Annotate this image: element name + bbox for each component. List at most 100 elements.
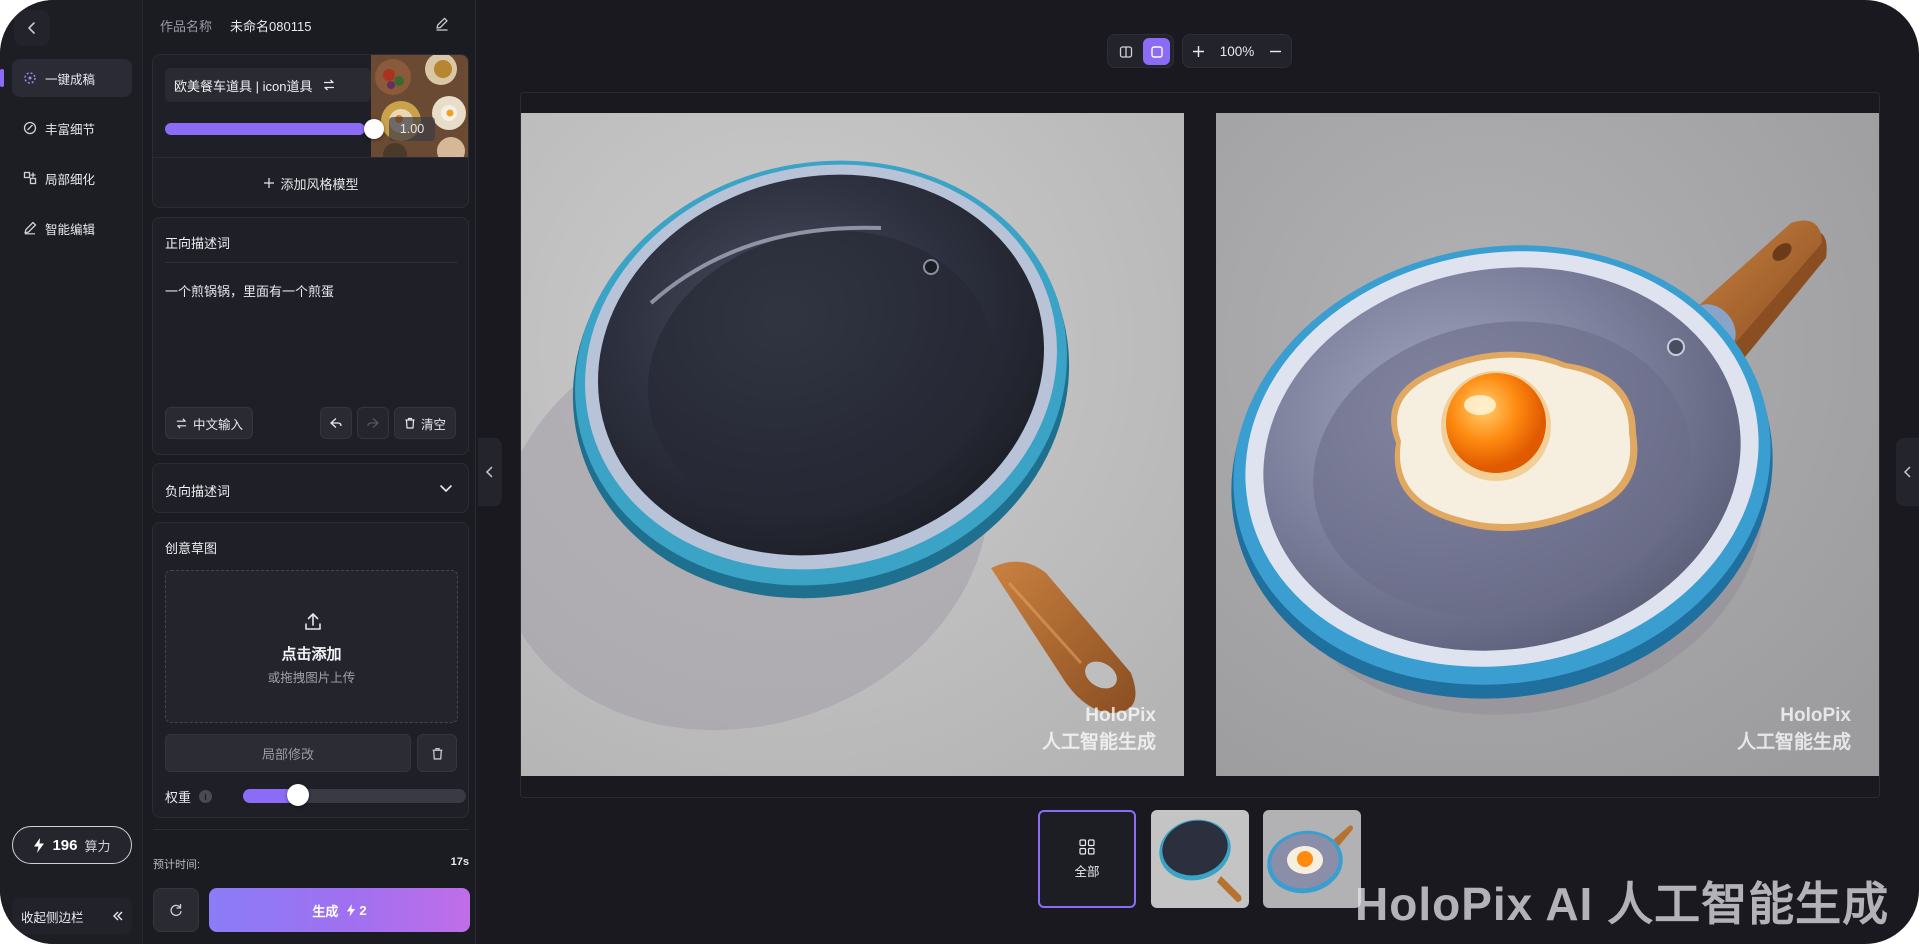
divider (153, 829, 469, 830)
style-model-name: 欧美餐车道具 | icon道具 (174, 78, 313, 94)
clear-label: 清空 (420, 417, 446, 432)
local-refine-icon (22, 170, 38, 186)
generated-image-1[interactable]: HoloPix 人工智能生成 (521, 113, 1184, 776)
view-mode-group (1107, 34, 1174, 68)
detail-icon (22, 120, 38, 136)
redo-button[interactable] (357, 407, 389, 439)
credits-badge[interactable]: 196 算力 (12, 826, 132, 864)
back-button[interactable] (14, 10, 50, 46)
nav-item-enrich-detail[interactable]: 丰富细节 (12, 109, 132, 147)
thumbnail-image-2[interactable] (1263, 810, 1361, 908)
style-model-thumbnail (371, 55, 468, 157)
work-name-label: 作品名称 (160, 19, 213, 34)
chevron-left-icon (485, 466, 493, 478)
divider (165, 262, 458, 263)
sketch-upload-zone[interactable]: 点击添加 或拖拽图片上传 (165, 570, 458, 723)
chevron-left-icon (1903, 466, 1911, 478)
style-model-selector[interactable]: 欧美餐车道具 | icon道具 (165, 68, 371, 102)
split-view-button[interactable] (1112, 38, 1139, 65)
sparkle-icon (22, 70, 38, 86)
watermark-line: 人工智能生成 (1736, 732, 1851, 753)
watermark-line: HoloPix (1780, 705, 1851, 726)
thumbnail-image-1[interactable] (1151, 810, 1249, 908)
grid-icon (1079, 838, 1095, 855)
settings-panel: 作品名称 未命名080115 欧美餐车道具 | icon道具 1.00 添加风格… (144, 0, 476, 944)
undo-button[interactable] (320, 407, 352, 439)
zoom-in-icon[interactable] (1193, 45, 1204, 57)
swap-icon (176, 417, 187, 429)
upload-title: 点击添加 (281, 646, 342, 663)
add-style-model-button[interactable]: 添加风格模型 (153, 157, 468, 207)
nav-item-one-click[interactable]: 一键成稿 (12, 59, 132, 97)
pen-icon (22, 220, 38, 236)
generate-label: 生成 (312, 903, 339, 919)
app-window: 一键成稿 丰富细节 局部细化 智能编辑 196 算力 收起侧边栏 作品名称 未命… (0, 0, 1919, 944)
upload-subtitle: 或拖拽图片上传 (267, 671, 356, 685)
info-icon[interactable]: i (199, 790, 213, 803)
delete-sketch-button[interactable] (417, 734, 457, 772)
style-strength-slider[interactable] (165, 123, 365, 135)
refresh-button[interactable] (153, 888, 199, 932)
nav-label: 丰富细节 (45, 122, 96, 137)
credits-unit: 算力 (84, 838, 111, 854)
trash-icon (405, 417, 415, 429)
watermark-line: HoloPix (1085, 705, 1156, 726)
single-view-button[interactable] (1143, 38, 1170, 65)
upload-icon (305, 613, 321, 630)
swap-icon[interactable] (322, 78, 336, 92)
positive-prompt-input[interactable]: 一个煎锅锅，里面有一个煎蛋 (165, 281, 334, 300)
zoom-out-icon[interactable] (1270, 46, 1281, 57)
collapse-panel-button[interactable] (478, 438, 502, 506)
thumbnail-all-label: 全部 (1074, 864, 1100, 879)
single-view-icon (1150, 45, 1163, 58)
zoom-level: 100% (1219, 43, 1255, 59)
negative-prompt-card[interactable]: 负向描述词 (152, 463, 469, 513)
negative-prompt-title: 负向描述词 (165, 484, 231, 499)
estimate-row: 预计时间: 17s (153, 856, 469, 872)
left-nav: 一键成稿 丰富细节 局部细化 智能编辑 196 算力 收起侧边栏 (0, 0, 143, 944)
creative-sketch-card: 创意草图 点击添加 或拖拽图片上传 局部修改 权重 i (152, 522, 469, 818)
collapse-sidebar-label: 收起侧边栏 (21, 910, 84, 925)
generated-image-2[interactable]: HoloPix 人工智能生成 (1216, 113, 1879, 776)
estimate-label: 预计时间: (153, 859, 201, 871)
trash-icon (432, 747, 442, 760)
plus-icon (264, 178, 275, 188)
edit-name-icon[interactable] (432, 14, 452, 34)
expand-right-panel-button[interactable] (1896, 438, 1919, 506)
collapse-sidebar-button[interactable]: 收起侧边栏 (12, 898, 132, 934)
lightning-icon (347, 903, 356, 917)
style-strength-value[interactable]: 1.00 (389, 117, 435, 141)
weight-label: 权重 (165, 790, 192, 805)
nav-item-local-refine[interactable]: 局部细化 (12, 159, 132, 197)
nav-item-smart-edit[interactable]: 智能编辑 (12, 209, 132, 247)
generate-cost: 2 (359, 902, 367, 918)
local-edit-button[interactable]: 局部修改 (165, 734, 411, 772)
generate-button[interactable]: 生成 2 (209, 888, 470, 932)
weight-label-row: 权重 i (165, 787, 213, 806)
thumbnail-all[interactable]: 全部 (1038, 810, 1136, 908)
redo-icon (367, 418, 379, 428)
estimate-value: 17s (450, 856, 469, 868)
style-strength-knob[interactable] (364, 119, 384, 139)
undo-icon (330, 418, 342, 428)
add-style-model-label: 添加风格模型 (280, 176, 359, 192)
image-watermark: HoloPix 人工智能生成 (1042, 702, 1156, 756)
creative-sketch-title: 创意草图 (165, 541, 218, 556)
lightning-icon (34, 837, 45, 853)
work-name-row: 作品名称 未命名080115 (160, 16, 311, 35)
positive-prompt-title: 正向描述词 (165, 236, 231, 251)
work-name-value: 未命名080115 (230, 19, 312, 34)
split-view-icon (1119, 45, 1132, 58)
nav-label: 智能编辑 (45, 222, 96, 237)
credits-value: 196 (52, 836, 78, 854)
double-chevron-left-icon (113, 911, 123, 921)
chinese-input-button[interactable]: 中文输入 (165, 407, 253, 439)
chevron-left-icon (28, 22, 35, 34)
nav-label: 局部细化 (45, 172, 96, 187)
weight-slider-knob[interactable] (287, 784, 309, 806)
refresh-icon (170, 903, 182, 917)
zoom-controls: 100% (1182, 34, 1292, 68)
chevron-down-icon (440, 485, 452, 492)
clear-button[interactable]: 清空 (394, 407, 456, 439)
active-indicator (0, 69, 4, 87)
